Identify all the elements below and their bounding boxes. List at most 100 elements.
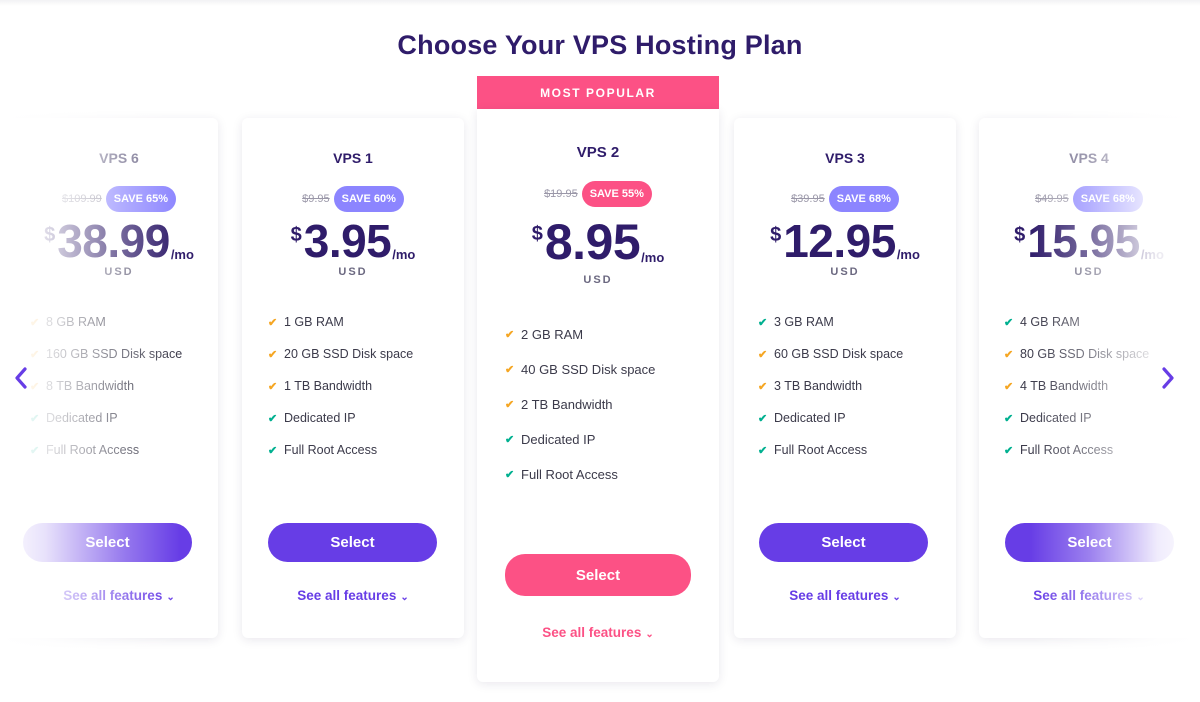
currency-symbol: $ — [770, 224, 782, 246]
select-button[interactable]: Select — [23, 523, 192, 562]
plan-name: VPS 4 — [1069, 150, 1109, 166]
check-icon: ✔ — [30, 412, 40, 425]
feature-list: ✔ 2 GB RAM ✔ 40 GB SSD Disk space ✔ 2 TB Ba… — [505, 317, 655, 492]
check-icon: ✔ — [505, 399, 515, 411]
carousel-prev-button[interactable] — [9, 363, 33, 393]
select-button[interactable]: Select — [759, 523, 928, 562]
feature-item: ✔ Full Root Access — [758, 434, 903, 466]
feature-text: 1 GB RAM — [284, 315, 344, 329]
price-period: /mo — [170, 247, 194, 262]
page-title: Choose Your VPS Hosting Plan — [397, 30, 803, 60]
check-icon: ✔ — [505, 364, 515, 376]
feature-item: ✔ 8 GB RAM — [30, 306, 182, 338]
see-all-features-text[interactable]: See all features — [63, 588, 162, 603]
check-icon: ✔ — [758, 316, 768, 329]
price: $ 12.95 /mo — [734, 218, 956, 264]
see-all-features-link[interactable]: See all features ⌄ — [734, 588, 956, 603]
old-price: $109.99 — [62, 193, 102, 205]
check-icon: ✔ — [1004, 380, 1014, 393]
feature-text: Full Root Access — [284, 443, 378, 457]
price-period: /mo — [641, 250, 665, 265]
plan-card-vps3: VPS 3 $39.95 SAVE 68% $ 12.95 /mo USD ✔ 3… — [734, 118, 956, 638]
save-badge: SAVE 60% — [333, 186, 404, 212]
feature-item: ✔ Dedicated IP — [30, 402, 182, 434]
price: $ 8.95 /mo — [477, 217, 719, 267]
feature-text: Dedicated IP — [46, 411, 118, 425]
price-row: $9.95 SAVE 60% — [242, 186, 464, 212]
plan-name: VPS 6 — [99, 150, 139, 166]
currency-symbol: $ — [290, 224, 302, 246]
feature-item: ✔ 2 GB RAM — [505, 317, 655, 352]
check-icon: ✔ — [1004, 412, 1014, 425]
check-icon: ✔ — [30, 444, 40, 457]
feature-item: ✔ 8 TB Bandwidth — [30, 370, 182, 402]
see-all-features-link[interactable]: See all features ⌄ — [477, 625, 719, 640]
see-all-features-link[interactable]: See all features ⌄ — [242, 588, 464, 603]
see-all-features-link[interactable]: See all features ⌄ — [979, 588, 1199, 603]
feature-text: 160 GB SSD Disk space — [46, 347, 183, 361]
carousel-next-button[interactable] — [1156, 363, 1180, 393]
feature-text: Full Root Access — [774, 443, 868, 457]
price-amount: 3.95 — [303, 215, 392, 267]
see-all-features-link[interactable]: See all features ⌄ — [20, 588, 218, 603]
feature-text: 2 TB Bandwidth — [521, 397, 613, 412]
check-icon: ✔ — [758, 348, 768, 361]
chevron-left-icon — [15, 367, 27, 389]
select-button[interactable]: Select — [505, 554, 691, 596]
save-badge: SAVE 65% — [105, 186, 176, 212]
feature-list: ✔ 1 GB RAM ✔ 20 GB SSD Disk space ✔ 1 TB Ba… — [268, 306, 413, 466]
feature-text: 20 GB SSD Disk space — [284, 347, 414, 361]
feature-text: Dedicated IP — [284, 411, 356, 425]
chevron-down-icon: ⌄ — [1136, 592, 1145, 603]
price-row: $109.99 SAVE 65% — [20, 186, 218, 212]
check-icon: ✔ — [268, 444, 278, 457]
price-period: /mo — [1140, 247, 1164, 262]
price-amount: 8.95 — [544, 214, 641, 270]
feature-item: ✔ Dedicated IP — [758, 402, 903, 434]
see-all-features-text[interactable]: See all features — [1033, 588, 1132, 603]
currency-symbol: $ — [1014, 224, 1026, 246]
price-row: $19.95 SAVE 55% — [477, 181, 719, 207]
feature-list: ✔ 4 GB RAM ✔ 80 GB SSD Disk space ✔ 4 TB Ba… — [1004, 306, 1149, 466]
feature-item: ✔ 20 GB SSD Disk space — [268, 338, 413, 370]
old-price: $39.95 — [791, 193, 825, 205]
check-icon: ✔ — [30, 316, 40, 329]
feature-text: 3 GB RAM — [774, 315, 834, 329]
feature-item: ✔ 4 TB Bandwidth — [1004, 370, 1149, 402]
save-badge: SAVE 55% — [581, 181, 652, 207]
feature-item: ✔ 40 GB SSD Disk space — [505, 352, 655, 387]
chevron-down-icon: ⌄ — [645, 629, 654, 640]
old-price: $49.95 — [1035, 193, 1069, 205]
chevron-right-icon — [1162, 367, 1174, 389]
most-popular-badge: MOST POPULAR — [477, 76, 719, 109]
chevron-down-icon: ⌄ — [166, 592, 175, 603]
currency-label: USD — [583, 274, 613, 286]
chevron-down-icon: ⌄ — [892, 592, 901, 603]
price-row: $39.95 SAVE 68% — [734, 186, 956, 212]
check-icon: ✔ — [268, 348, 278, 361]
currency-label: USD — [104, 266, 134, 278]
check-icon: ✔ — [758, 380, 768, 393]
select-button[interactable]: Select — [268, 523, 437, 562]
see-all-features-text[interactable]: See all features — [297, 588, 396, 603]
see-all-features-text[interactable]: See all features — [789, 588, 888, 603]
feature-item: ✔ 2 TB Bandwidth — [505, 387, 655, 422]
check-icon: ✔ — [505, 329, 515, 341]
feature-item: ✔ Dedicated IP — [1004, 402, 1149, 434]
feature-item: ✔ Full Root Access — [505, 457, 655, 492]
see-all-features-text[interactable]: See all features — [542, 625, 641, 640]
feature-item: ✔ 4 GB RAM — [1004, 306, 1149, 338]
feature-text: 4 GB RAM — [1020, 315, 1080, 329]
select-button[interactable]: Select — [1005, 523, 1174, 562]
old-price: $9.95 — [302, 193, 330, 205]
price: $ 38.99 /mo — [20, 218, 218, 264]
currency-symbol: $ — [44, 224, 56, 246]
check-icon: ✔ — [268, 412, 278, 425]
feature-text: 3 TB Bandwidth — [774, 379, 863, 393]
feature-item: ✔ 1 TB Bandwidth — [268, 370, 413, 402]
feature-text: 1 TB Bandwidth — [284, 379, 373, 393]
feature-item: ✔ 80 GB SSD Disk space — [1004, 338, 1149, 370]
check-icon: ✔ — [505, 434, 515, 446]
feature-item: ✔ 1 GB RAM — [268, 306, 413, 338]
plan-name: VPS 1 — [333, 150, 373, 166]
